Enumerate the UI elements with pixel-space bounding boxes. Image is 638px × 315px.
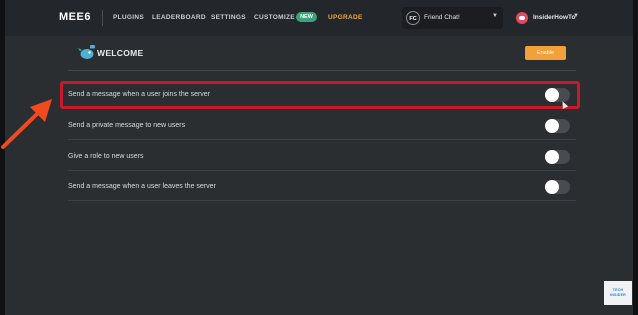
option-label: Give a role to new users [68, 153, 144, 160]
user-name[interactable]: InsiderHowTo [533, 14, 576, 21]
server-name: Friend Chat! [424, 14, 460, 21]
dashboard-page: MEE6 PLUGINS LEADERBOARD SETTINGS CUSTOM… [5, 0, 633, 315]
welcome-bird-icon [78, 45, 95, 59]
row-divider [68, 139, 576, 140]
top-nav: MEE6 PLUGINS LEADERBOARD SETTINGS CUSTOM… [5, 0, 633, 36]
nav-link-upgrade[interactable]: UPGRADE [328, 14, 363, 21]
option-row: Send a message when a user leaves the se… [68, 173, 576, 201]
nav-separator [102, 10, 103, 26]
section-title: WELCOME [97, 48, 144, 58]
watermark-line: INSIDER [610, 293, 626, 297]
toggle-switch[interactable] [545, 150, 570, 164]
option-row: Send a private message to new users [68, 112, 576, 140]
annotation-arrow-icon [1, 99, 52, 149]
nav-link-leaderboard[interactable]: LEADERBOARD [152, 14, 206, 21]
enable-button[interactable]: Enable [525, 46, 566, 60]
nav-link-customize[interactable]: CUSTOMIZE [254, 14, 295, 21]
discord-avatar-icon[interactable] [516, 12, 528, 24]
toggle-switch[interactable] [545, 119, 570, 133]
nav-link-settings[interactable]: SETTINGS [211, 14, 246, 21]
server-avatar: FC [406, 11, 420, 25]
option-label: Send a private message to new users [68, 122, 186, 129]
highlight-box [60, 81, 580, 109]
watermark-logo: TECH INSIDER [604, 281, 632, 305]
option-row: Give a role to new users [68, 143, 576, 171]
row-divider [68, 170, 576, 171]
toggle-knob [545, 119, 559, 133]
toggle-knob [545, 180, 559, 194]
chevron-down-icon: ▼ [492, 13, 498, 19]
mee6-logo[interactable]: MEE6 [59, 11, 91, 23]
chevron-down-icon[interactable]: ▼ [573, 13, 579, 19]
watermark-line: TECH [612, 288, 624, 292]
new-badge: NEW [296, 12, 317, 22]
nav-link-plugins[interactable]: PLUGINS [113, 14, 144, 21]
option-label: Send a message when a user leaves the se… [68, 183, 216, 190]
row-divider [68, 200, 576, 201]
server-selector[interactable]: FC Friend Chat! ▼ [402, 7, 503, 29]
toggle-knob [545, 150, 559, 164]
header-divider [68, 70, 576, 71]
toggle-switch[interactable] [545, 180, 570, 194]
